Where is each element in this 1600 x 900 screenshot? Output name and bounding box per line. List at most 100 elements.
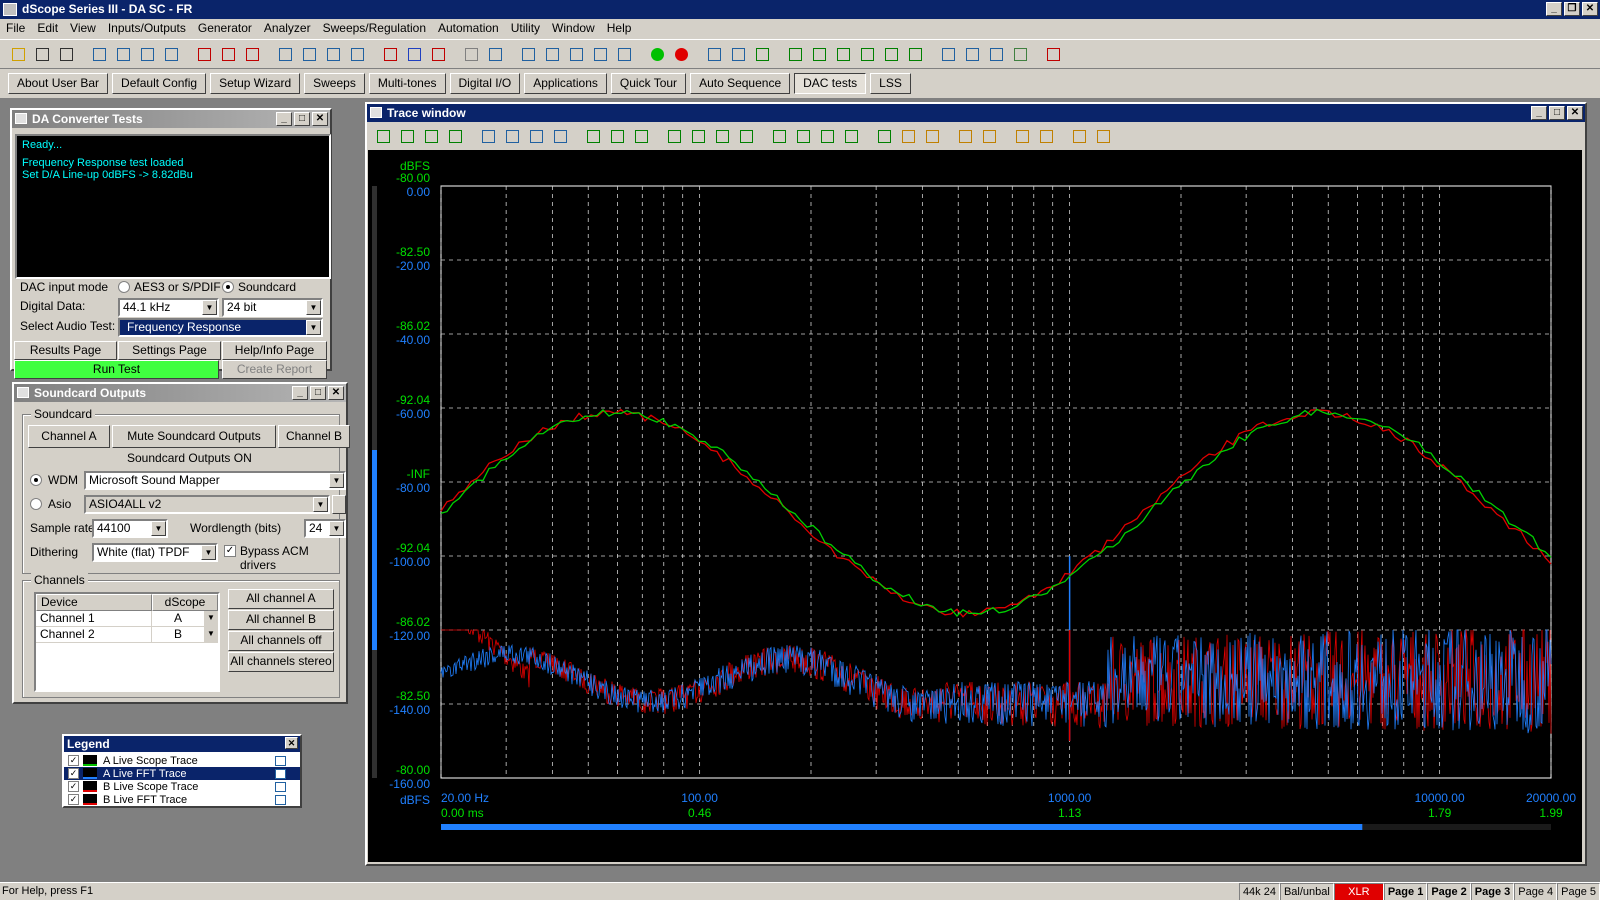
menu-item-window[interactable]: Window	[552, 21, 595, 35]
chevron-down-icon[interactable]: ▼	[204, 627, 218, 642]
userbar-applications-button[interactable]: Applications	[524, 72, 607, 94]
toolbar-tool-icon[interactable]	[404, 44, 425, 65]
userbar-auto-sequence-button[interactable]: Auto Sequence	[690, 72, 791, 94]
toolbar-tool-icon[interactable]	[323, 44, 344, 65]
panel-close-button[interactable]: ✕	[328, 386, 344, 400]
userbar-quick-tour-button[interactable]: Quick Tour	[610, 72, 687, 94]
all-channel-b-button[interactable]: All channel B	[228, 610, 334, 630]
trace-tool-icon[interactable]	[817, 126, 838, 147]
legend-item[interactable]: ✓ A Live Scope Trace	[64, 754, 300, 767]
userbar-default-config-button[interactable]: Default Config	[112, 72, 207, 94]
panel-maximize-button[interactable]: □	[294, 112, 310, 126]
toolbar-tool-icon[interactable]	[56, 44, 77, 65]
trace-tool-icon[interactable]	[979, 126, 1000, 147]
toolbar-tool-icon[interactable]	[8, 44, 29, 65]
userbar-setup-wizard-button[interactable]: Setup Wizard	[210, 72, 301, 94]
toolbar-tool-icon[interactable]	[962, 44, 983, 65]
create-report-button[interactable]: Create Report	[222, 360, 327, 379]
sc-sample-rate-select[interactable]: 44100 ▼	[92, 519, 168, 538]
toolbar-tool-icon[interactable]	[785, 44, 806, 65]
table-row[interactable]: Channel 2 B ▼	[36, 627, 218, 643]
help-info-page-button[interactable]: Help/Info Page	[222, 341, 327, 360]
trace-tool-icon[interactable]	[664, 126, 685, 147]
userbar-dac-tests-button[interactable]: DAC tests	[794, 72, 867, 94]
legend-visibility-checkbox[interactable]: ✓	[68, 755, 79, 766]
toolbar-tool-icon[interactable]	[275, 44, 296, 65]
toolbar-tool-icon[interactable]	[728, 44, 749, 65]
bit-depth-select[interactable]: 24 bit ▼	[222, 298, 323, 317]
toolbar-tool-icon[interactable]	[857, 44, 878, 65]
all-channels-stereo-button[interactable]: All channels stereo	[228, 652, 334, 672]
trace-tool-icon[interactable]	[445, 126, 466, 147]
legend-visibility-checkbox[interactable]: ✓	[68, 781, 79, 792]
all-channels-off-button[interactable]: All channels off	[228, 631, 334, 651]
trace-properties-icon[interactable]	[275, 755, 286, 766]
trace-properties-icon[interactable]	[275, 768, 286, 779]
trace-tool-icon[interactable]	[583, 126, 604, 147]
mute-outputs-button[interactable]: Mute Soundcard Outputs	[112, 425, 276, 448]
toolbar-tool-icon[interactable]	[32, 44, 53, 65]
page-tab[interactable]: Page 4	[1514, 883, 1558, 900]
table-row[interactable]: Channel 1 A ▼	[36, 611, 218, 627]
toolbar-tool-icon[interactable]	[938, 44, 959, 65]
trace-tool-icon[interactable]	[955, 126, 976, 147]
asio-device-select[interactable]: ASIO4ALL v2 ▼	[84, 495, 330, 514]
trace-tool-icon[interactable]	[607, 126, 628, 147]
menu-item-file[interactable]: File	[6, 21, 25, 35]
toolbar-tool-icon[interactable]	[671, 44, 692, 65]
dscope-column-header[interactable]: dScope	[152, 594, 218, 611]
device-column-header[interactable]: Device	[36, 594, 152, 611]
toolbar-tool-icon[interactable]	[881, 44, 902, 65]
toolbar-tool-icon[interactable]	[905, 44, 926, 65]
toolbar-tool-icon[interactable]	[986, 44, 1007, 65]
trace-tool-icon[interactable]	[688, 126, 709, 147]
panel-minimize-button[interactable]: _	[292, 386, 308, 400]
minimize-button[interactable]: _	[1546, 2, 1562, 16]
trace-scrollbar-thumb[interactable]	[441, 824, 1363, 830]
toolbar-tool-icon[interactable]	[647, 44, 668, 65]
legend-item[interactable]: ✓ B Live Scope Trace	[64, 780, 300, 793]
wdm-device-select[interactable]: Microsoft Sound Mapper ▼	[84, 471, 346, 490]
toolbar-tool-icon[interactable]	[566, 44, 587, 65]
toolbar-tool-icon[interactable]	[380, 44, 401, 65]
toolbar-tool-icon[interactable]	[347, 44, 368, 65]
toolbar-tool-icon[interactable]	[137, 44, 158, 65]
trace-tool-icon[interactable]	[478, 126, 499, 147]
toolbar-tool-icon[interactable]	[218, 44, 239, 65]
toolbar-tool-icon[interactable]	[89, 44, 110, 65]
trace-tool-icon[interactable]	[1012, 126, 1033, 147]
soundcard-radio[interactable]	[222, 281, 234, 293]
toolbar-tool-icon[interactable]	[113, 44, 134, 65]
toolbar-tool-icon[interactable]	[485, 44, 506, 65]
legend-item[interactable]: ✓ B Live FFT Trace	[64, 793, 300, 806]
trace-tool-icon[interactable]	[1036, 126, 1057, 147]
toolbar-tool-icon[interactable]	[242, 44, 263, 65]
menu-item-view[interactable]: View	[70, 21, 96, 35]
trace-tool-icon[interactable]	[736, 126, 757, 147]
toolbar-tool-icon[interactable]	[542, 44, 563, 65]
trace-tool-icon[interactable]	[631, 126, 652, 147]
trace-chart[interactable]: dBFSdBFS-80.00-82.50-86.02-92.04-INF-92.…	[368, 150, 1582, 862]
legend-close-button[interactable]: ✕	[285, 737, 298, 749]
trace-tool-icon[interactable]	[421, 126, 442, 147]
panel-minimize-button[interactable]: _	[1531, 106, 1547, 120]
toolbar-tool-icon[interactable]	[299, 44, 320, 65]
page-tab[interactable]: Page 5	[1557, 883, 1600, 900]
wordlength-select[interactable]: 24 ▼	[304, 519, 346, 538]
sample-rate-select[interactable]: 44.1 kHz ▼	[118, 298, 219, 317]
trace-tool-icon[interactable]	[373, 126, 394, 147]
legend-item[interactable]: ✓ A Live FFT Trace	[64, 767, 300, 780]
menu-item-help[interactable]: Help	[607, 21, 632, 35]
userbar-lss-button[interactable]: LSS	[870, 72, 911, 94]
menu-item-inputs-outputs[interactable]: Inputs/Outputs	[108, 21, 186, 35]
channel-a-button[interactable]: Channel A	[28, 425, 110, 448]
trace-tool-icon[interactable]	[874, 126, 895, 147]
run-test-button[interactable]: Run Test	[14, 360, 219, 379]
restore-button[interactable]: ❐	[1564, 2, 1580, 16]
toolbar-tool-icon[interactable]	[614, 44, 635, 65]
userbar-about-user-bar-button[interactable]: About User Bar	[8, 72, 109, 94]
trace-tool-icon[interactable]	[841, 126, 862, 147]
dithering-select[interactable]: White (flat) TPDF ▼	[92, 543, 218, 562]
asio-radio[interactable]	[30, 498, 42, 510]
trace-tool-icon[interactable]	[793, 126, 814, 147]
